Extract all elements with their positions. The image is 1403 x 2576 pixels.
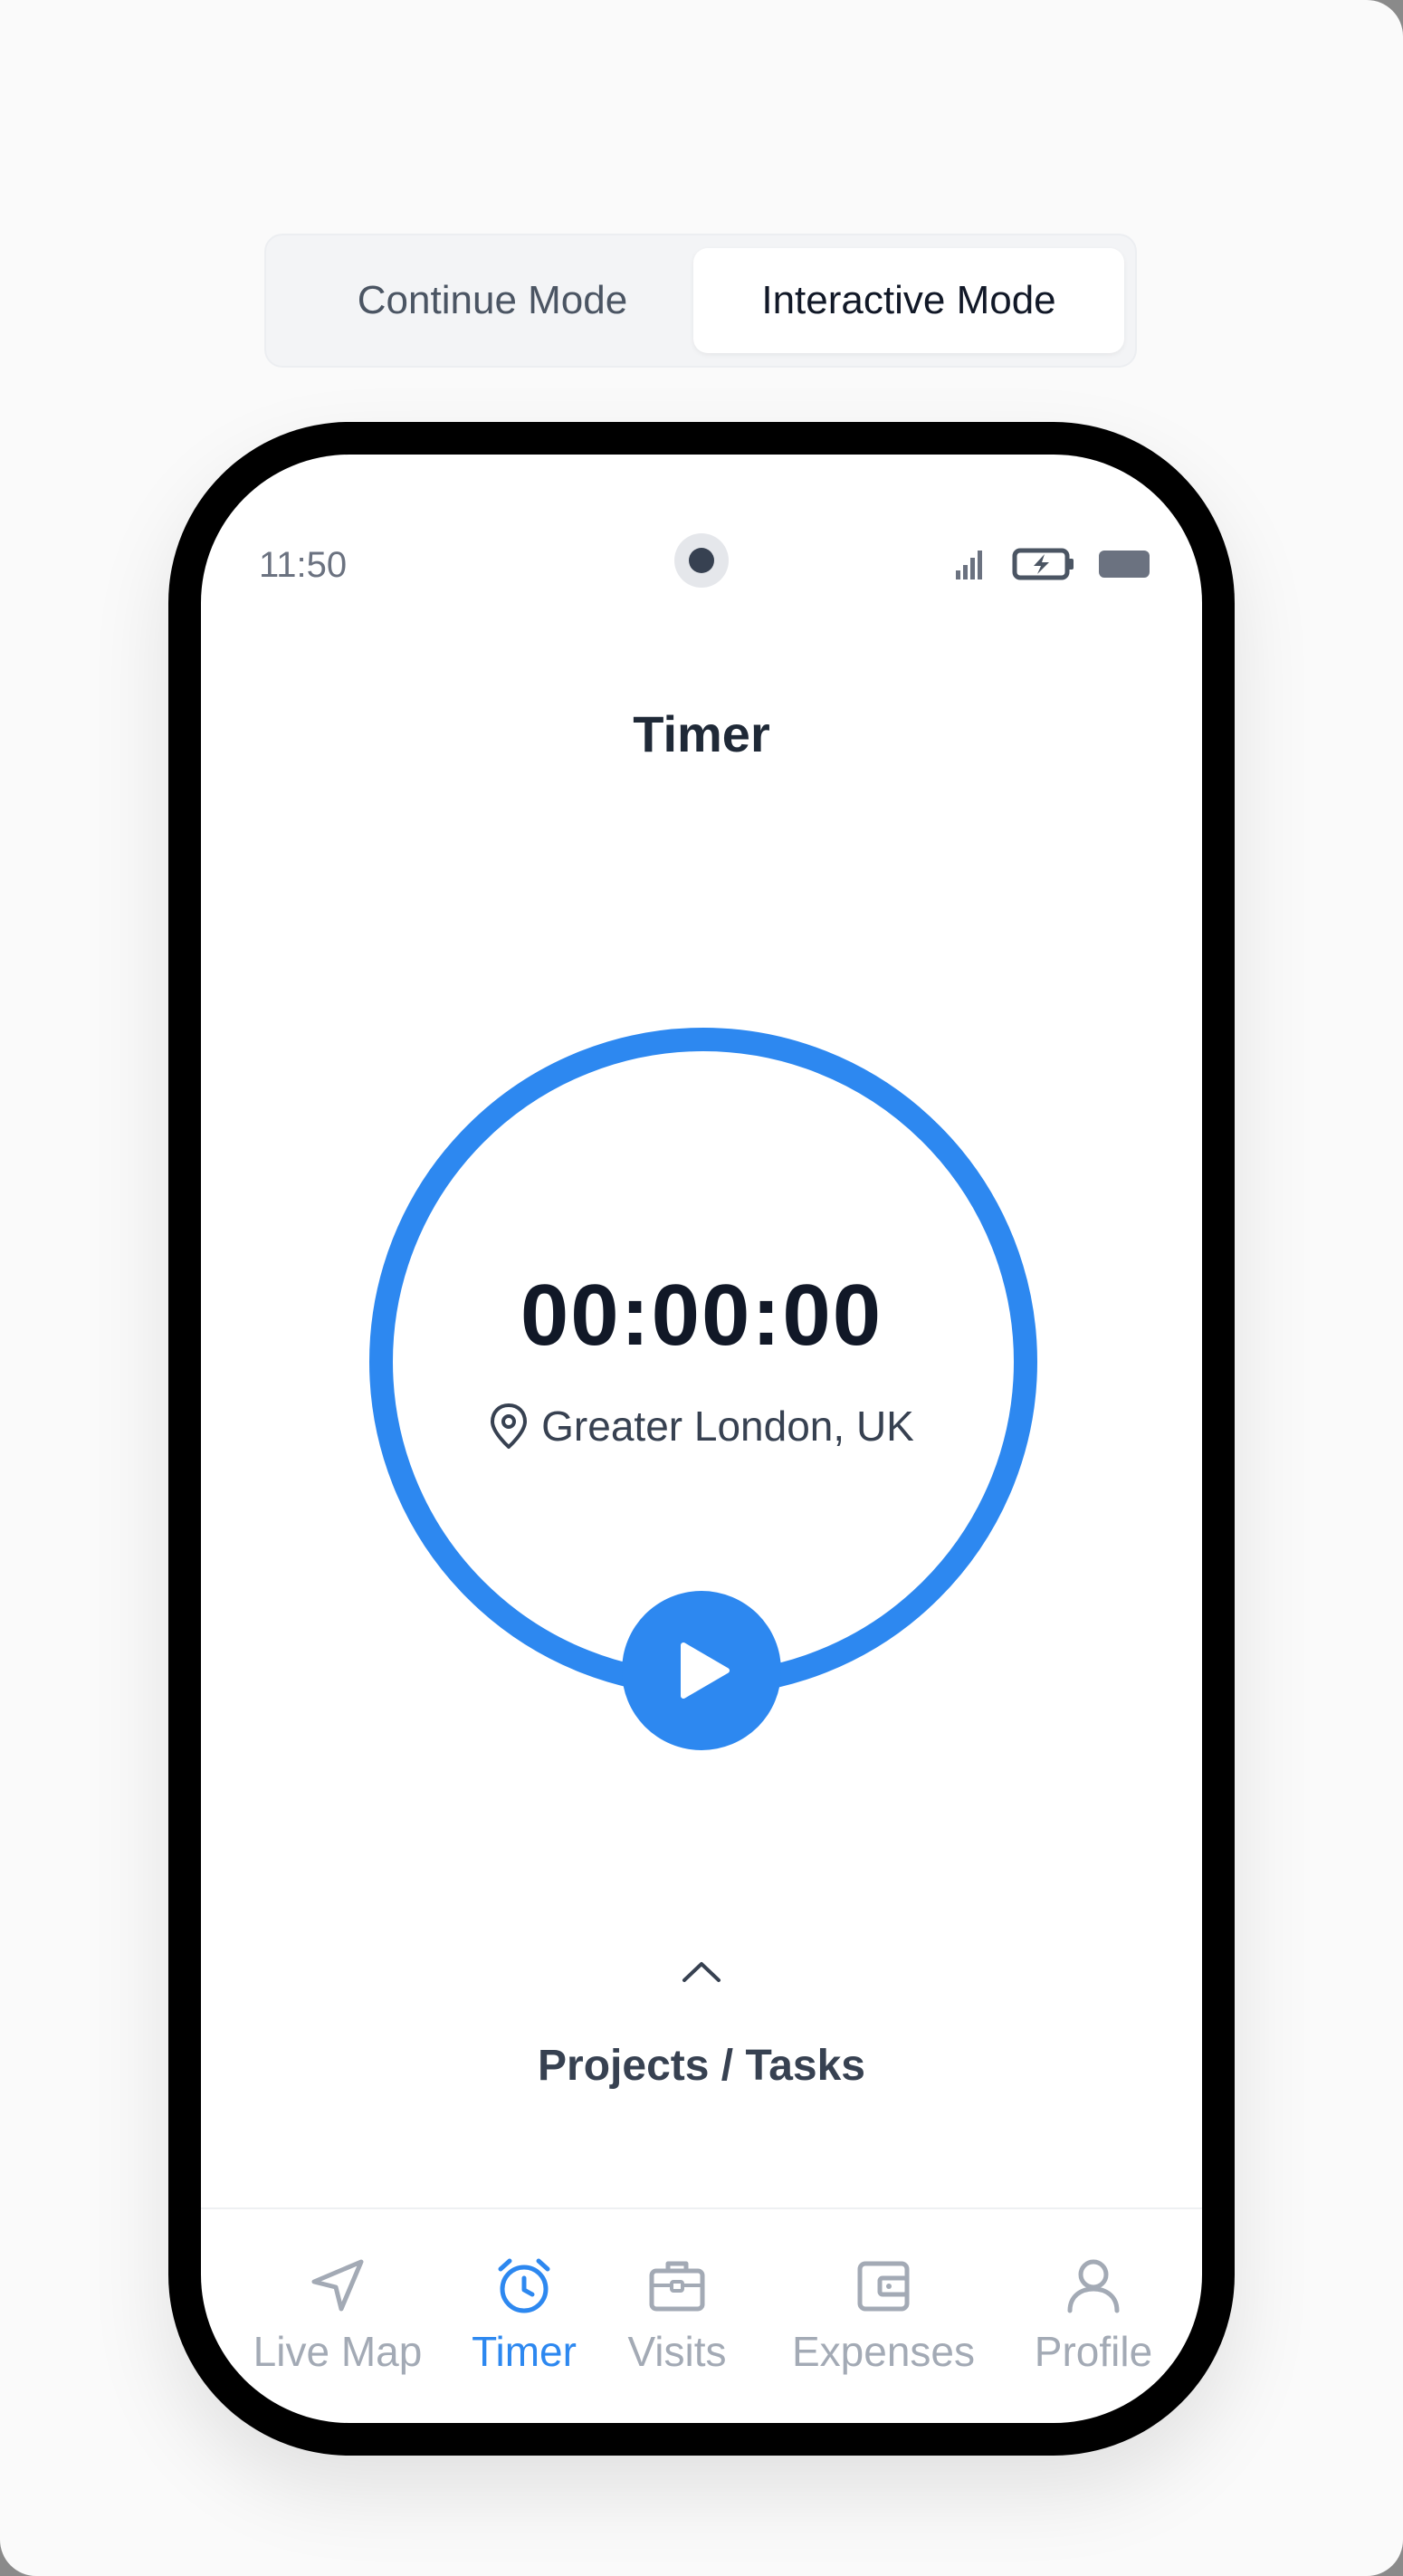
user-icon bbox=[1067, 2259, 1120, 2313]
nav-label: Live Map bbox=[253, 2328, 423, 2375]
nav-item-profile[interactable]: Profile bbox=[1021, 2255, 1166, 2376]
nav-label: Expenses bbox=[791, 2328, 975, 2375]
battery-icon bbox=[1099, 551, 1150, 578]
interactive-mode-button[interactable]: Interactive Mode bbox=[693, 248, 1124, 353]
screen-title: Timer bbox=[633, 705, 770, 762]
nav-item-live-map[interactable]: Live Map bbox=[244, 2255, 431, 2376]
status-icons bbox=[952, 545, 1151, 581]
briefcase-icon bbox=[649, 2261, 705, 2312]
page-card: Continue Mode Interactive Mode 11:50 Tim… bbox=[0, 0, 1403, 2576]
chevron-up-icon[interactable] bbox=[679, 1958, 724, 1985]
signal-icon bbox=[956, 551, 982, 579]
nav-label: Profile bbox=[1034, 2328, 1153, 2375]
camera-icon bbox=[674, 533, 729, 588]
location-row: Greater London, UK bbox=[201, 1402, 1202, 1453]
wallet-icon bbox=[857, 2261, 910, 2312]
continue-mode-button[interactable]: Continue Mode bbox=[279, 248, 706, 353]
mode-toggle: Continue Mode Interactive Mode bbox=[264, 234, 1137, 368]
timer-value: 00:00:00 bbox=[520, 1267, 883, 1364]
battery-charging-icon bbox=[1012, 548, 1074, 580]
status-time: 11:50 bbox=[259, 545, 348, 585]
phone-screen: 11:50 Timer 00:00:00 Greater London, UK … bbox=[201, 455, 1202, 2423]
bottom-nav: Live Map Timer Visits Expenses Profile bbox=[201, 2207, 1202, 2423]
nav-item-expenses[interactable]: Expenses bbox=[777, 2255, 990, 2376]
projects-tasks-label[interactable]: Projects / Tasks bbox=[201, 2041, 1202, 2091]
alarm-clock-icon bbox=[498, 2258, 550, 2313]
play-button[interactable] bbox=[622, 1591, 781, 1750]
navigation-arrow-icon bbox=[311, 2259, 364, 2312]
nav-item-timer[interactable]: Timer bbox=[465, 2255, 583, 2376]
nav-item-visits[interactable]: Visits bbox=[614, 2255, 740, 2376]
location-label: Greater London, UK bbox=[541, 1403, 914, 1450]
nav-label: Timer bbox=[472, 2328, 577, 2375]
play-icon bbox=[681, 1642, 730, 1699]
phone-frame: 11:50 Timer 00:00:00 Greater London, UK … bbox=[168, 422, 1235, 2456]
nav-label: Visits bbox=[627, 2328, 727, 2375]
location-pin-icon bbox=[491, 1403, 528, 1449]
